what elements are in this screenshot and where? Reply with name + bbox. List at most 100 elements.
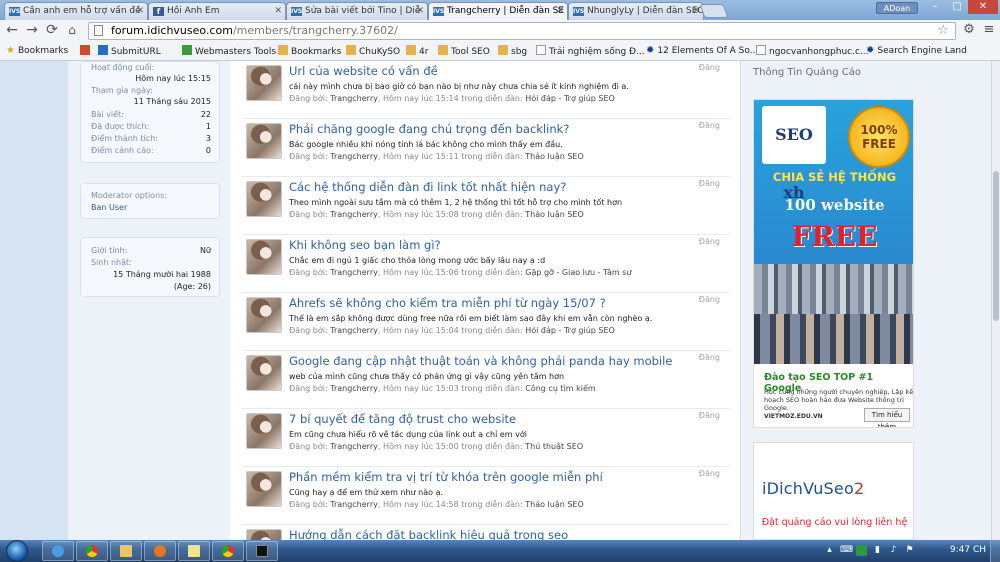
reload-icon[interactable]: ⟳ (44, 22, 60, 38)
close-tab-icon[interactable]: ✕ (556, 3, 564, 19)
user-profile-badge[interactable]: ADoan (876, 2, 918, 14)
thread-title-link[interactable]: Hướng dẫn cách đặt backlink hiệu quả tro… (289, 528, 568, 540)
gear-icon: ✹ (866, 45, 875, 56)
thread-title-link[interactable]: Google đang cập nhật thuật toán và không… (289, 354, 672, 368)
avatar[interactable] (246, 65, 282, 101)
avatar[interactable] (246, 413, 282, 449)
ban-user-link[interactable]: Ban User (91, 202, 211, 213)
action-center-icon[interactable]: ⚑ (904, 545, 915, 556)
ad-line-3: FREE (791, 220, 878, 253)
bookmark-item[interactable]: Bookmarks (278, 45, 341, 58)
tab-2[interactable]: f Hồi Anh Em ✕ (148, 2, 286, 20)
bookmark-item[interactable] (80, 45, 93, 58)
tab-3[interactable]: IVS Sửa bài viết bởi Tino | Diễ ✕ (286, 2, 428, 20)
taskbar-app-button[interactable] (246, 541, 278, 561)
close-tab-icon[interactable]: ✕ (274, 3, 282, 19)
learn-more-button[interactable]: Tìm hiểu thêm (864, 408, 910, 427)
user-link[interactable]: Trangcherry (330, 210, 378, 219)
volume-icon[interactable]: ♪ (888, 545, 899, 556)
bookmark-item[interactable]: ✹ Search Engine Land (866, 45, 967, 57)
taskbar-app-button[interactable] (76, 541, 108, 561)
avatar[interactable] (246, 123, 282, 159)
avatar[interactable] (246, 297, 282, 333)
forum-link[interactable]: Hỏi đáp - Trợ giúp SEO (525, 94, 615, 103)
extension-gear-icon[interactable]: ⚙ (961, 22, 977, 38)
profile-info-box: Giới tính: Nữ Sinh nhật: 15 Tháng mười ha… (80, 237, 220, 297)
avatar[interactable] (246, 239, 282, 275)
new-tab-button[interactable] (699, 4, 729, 18)
ad-cta-url: VIETMOZ.EDU.VN (764, 413, 823, 420)
forum-link[interactable]: Thảo luận SEO (525, 210, 584, 219)
minimize-icon[interactable]: – (924, 0, 946, 14)
close-window-icon[interactable]: ✕ (968, 0, 998, 14)
close-tab-icon[interactable]: ✕ (416, 3, 424, 19)
address-bar[interactable]: forum.idichvuseo.com/members/trangcherry… (88, 22, 956, 40)
tab-4-active[interactable]: IVS Trangcherry | Diễn đàn SE ✕ (428, 2, 568, 21)
bookmark-item[interactable]: Webmasters Tools (182, 45, 276, 58)
tray-expand-icon[interactable]: ▴ (824, 545, 835, 556)
thread-title-link[interactable]: Các hệ thống diễn đàn đi link tốt nhất h… (289, 180, 566, 194)
avatar[interactable] (246, 529, 282, 540)
taskbar-app-button[interactable] (144, 541, 176, 561)
seo-ad-banner[interactable]: SEO xh 100% FREE CHIA SẺ HỆ THỐNG 100 we… (753, 99, 914, 428)
bookmark-item[interactable]: 4r (406, 45, 428, 58)
security-icon[interactable] (856, 545, 867, 556)
network-icon[interactable]: ▮ (872, 545, 883, 556)
bookmark-item[interactable]: SubmitURL (98, 45, 161, 58)
avatar[interactable] (246, 471, 282, 507)
thread-title-link[interactable]: Ahrefs sẽ không cho kiểm tra miễn phí từ… (289, 296, 606, 310)
address-host: forum.idichvuseo.com (111, 24, 233, 37)
back-arrow-icon[interactable]: ← (4, 22, 20, 38)
close-tab-icon[interactable]: ✕ (692, 3, 700, 19)
user-link[interactable]: Trangcherry (330, 268, 378, 277)
forum-link[interactable]: Thủ thuật SEO (525, 442, 583, 451)
forum-link[interactable]: Gặp gỡ - Giao lưu - Tâm sự (525, 268, 631, 277)
taskbar-app-button[interactable] (42, 541, 74, 561)
user-link[interactable]: Trangcherry (330, 500, 378, 509)
thread-title-link[interactable]: Khi không seo bạn làm gì? (289, 238, 441, 252)
bookmark-item[interactable]: ngocvanhongphuc.c... (756, 45, 869, 58)
user-link[interactable]: Trangcherry (330, 384, 378, 393)
bookmark-item[interactable]: ✹ 12 Elements Of A So... (646, 45, 758, 57)
forum-link[interactable]: Thảo luận SEO (525, 500, 584, 509)
keyboard-icon[interactable]: ⌨ (840, 545, 853, 556)
forum-link[interactable]: Công cụ tìm kiếm (525, 384, 595, 393)
bookmark-item[interactable]: sbg (498, 45, 527, 58)
forward-arrow-icon[interactable]: → (24, 22, 40, 38)
page-icon (756, 45, 766, 55)
maximize-icon[interactable]: □ (946, 0, 968, 14)
forum-link[interactable]: Thảo luận SEO (525, 152, 584, 161)
show-desktop-button[interactable] (990, 540, 1000, 562)
close-tab-icon[interactable]: ✕ (136, 3, 144, 19)
taskbar-app-button[interactable] (212, 541, 244, 561)
user-link[interactable]: Trangcherry (330, 326, 378, 335)
user-link[interactable]: Trangcherry (330, 94, 378, 103)
avatar[interactable] (246, 355, 282, 391)
contact-ad-text[interactable]: Đặt quảng cáo vui lòng liên hệ (754, 517, 915, 528)
home-icon[interactable]: ⌂ (64, 22, 80, 38)
thread-title-link[interactable]: Url của website có vấn đề (289, 64, 438, 78)
avatar[interactable] (246, 181, 282, 217)
taskbar-app-button[interactable] (178, 541, 210, 561)
page-scrollbar[interactable] (991, 61, 1000, 540)
bookmark-item[interactable]: Tool SEO (438, 45, 490, 58)
user-link[interactable]: Trangcherry (330, 442, 378, 451)
forum-link[interactable]: Hỏi đáp - Trợ giúp SEO (525, 326, 615, 335)
idichvuseo-ad[interactable]: iDichVuSeo2 Đặt quảng cáo vui lòng liên … (753, 442, 914, 540)
bookmark-item[interactable]: ChuKySO (346, 45, 400, 58)
bookmark-item[interactable]: ★ Bookmarks (6, 45, 68, 57)
start-button[interactable] (6, 540, 28, 562)
thread-title-link[interactable]: 7 bí quyết để tăng độ trust cho website (289, 412, 516, 426)
tab-label: Sửa bài viết bởi Tino | Diễ (305, 6, 421, 16)
tab-1[interactable]: IVS Cần anh em hỗ trợ vấn đề ✕ (4, 2, 148, 20)
bookmark-star-icon[interactable]: ☆ (937, 23, 949, 39)
tab-5[interactable]: IVS NhunglyLy | Diễn đàn SEO c ✕ (568, 2, 704, 20)
user-link[interactable]: Trangcherry (330, 152, 378, 161)
thread-title-link[interactable]: Phần mềm kiểm tra vị trí từ khóa trên go… (289, 470, 603, 484)
taskbar-app-button[interactable] (110, 541, 142, 561)
taskbar-clock[interactable]: 9:47 CH (950, 545, 986, 555)
menu-icon[interactable]: ≡ (981, 22, 997, 38)
bookmark-item[interactable]: Trải nghiệm sống Đ... (536, 45, 645, 58)
scrollbar-thumb[interactable] (993, 171, 999, 321)
thread-title-link[interactable]: Phải chăng google đang chú trọng đến bac… (289, 122, 569, 136)
